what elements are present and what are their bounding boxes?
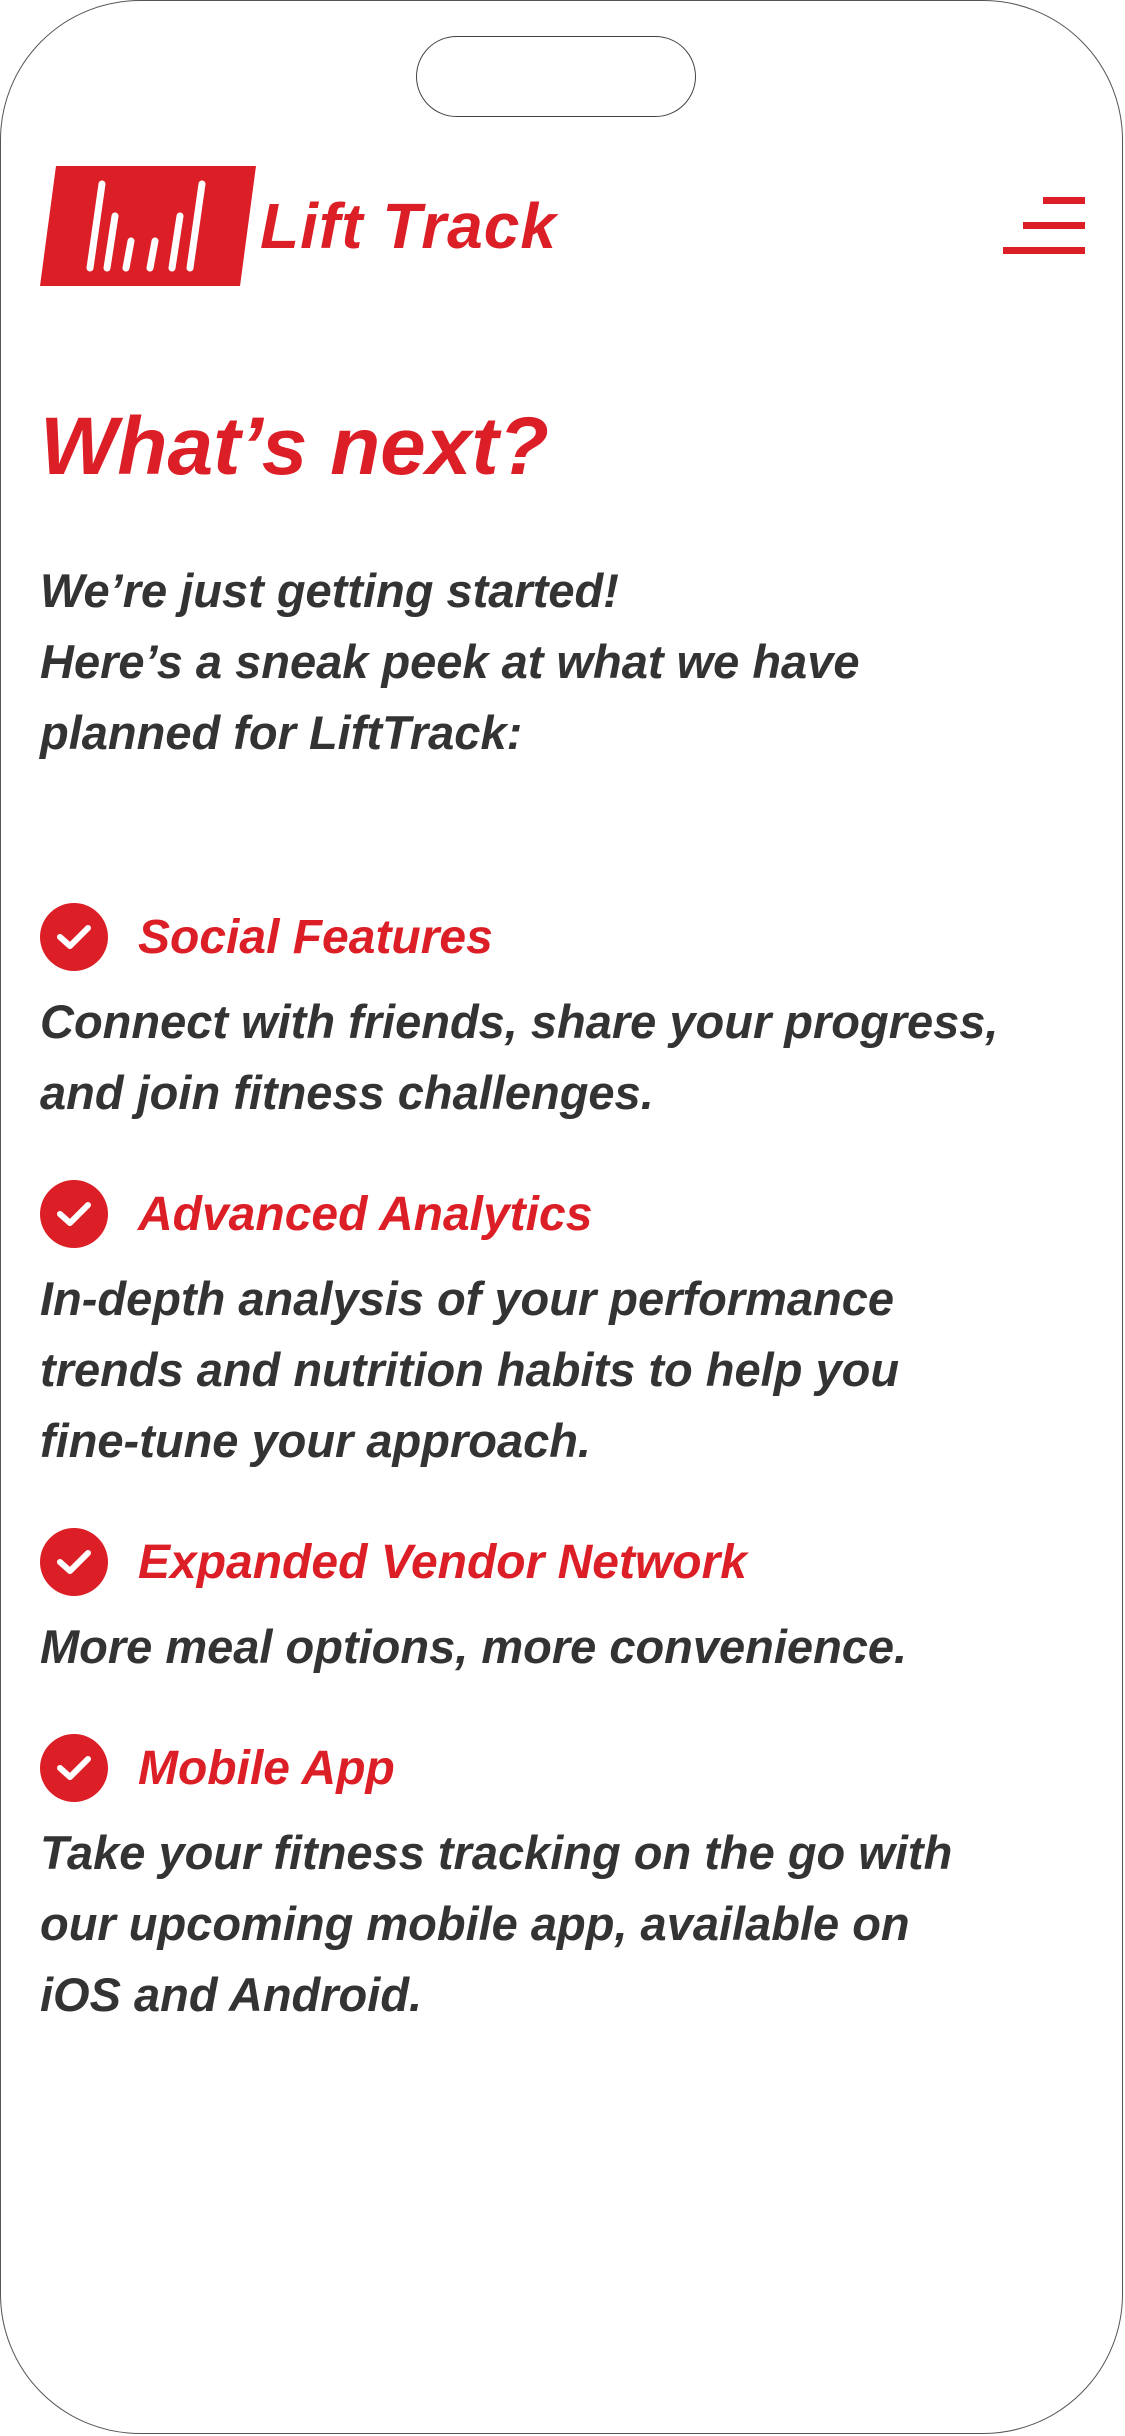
feature-item: Advanced Analytics In-depth analysis of … [40, 1179, 899, 1476]
check-circle-icon [40, 1528, 108, 1596]
feature-description: More meal options, more convenience. [40, 1620, 908, 1673]
check-circle-icon [40, 1734, 108, 1802]
logo-bars-icon [40, 166, 256, 286]
feature-title: Mobile App [138, 1741, 395, 1795]
feature-title: Advanced Analytics [138, 1187, 593, 1241]
device-notch [416, 36, 696, 117]
feature-description: Take your fitness tracking on the go wit… [40, 1826, 953, 2021]
intro-text: We’re just getting started! Here’s a sne… [40, 564, 860, 759]
feature-title: Social Features [138, 910, 493, 964]
feature-description: Connect with friends, share your progres… [40, 995, 999, 1119]
feature-description: In-depth analysis of your performance tr… [40, 1272, 900, 1467]
check-circle-icon [40, 903, 108, 971]
hamburger-line [1003, 247, 1085, 254]
hamburger-line [1023, 222, 1085, 229]
hamburger-icon [1043, 197, 1085, 204]
feature-item: Social Features Connect with friends, sh… [40, 902, 998, 1128]
page-title: What’s next? [40, 401, 549, 492]
brand-name: Lift Track [260, 190, 557, 262]
feature-title: Expanded Vendor Network [138, 1535, 747, 1589]
logo[interactable]: Lift Track [40, 166, 557, 286]
check-circle-icon [40, 1180, 108, 1248]
feature-item: Expanded Vendor Network More meal option… [40, 1527, 907, 1682]
menu-button[interactable] [1000, 197, 1085, 255]
feature-item: Mobile App Take your fitness tracking on… [40, 1733, 952, 2030]
